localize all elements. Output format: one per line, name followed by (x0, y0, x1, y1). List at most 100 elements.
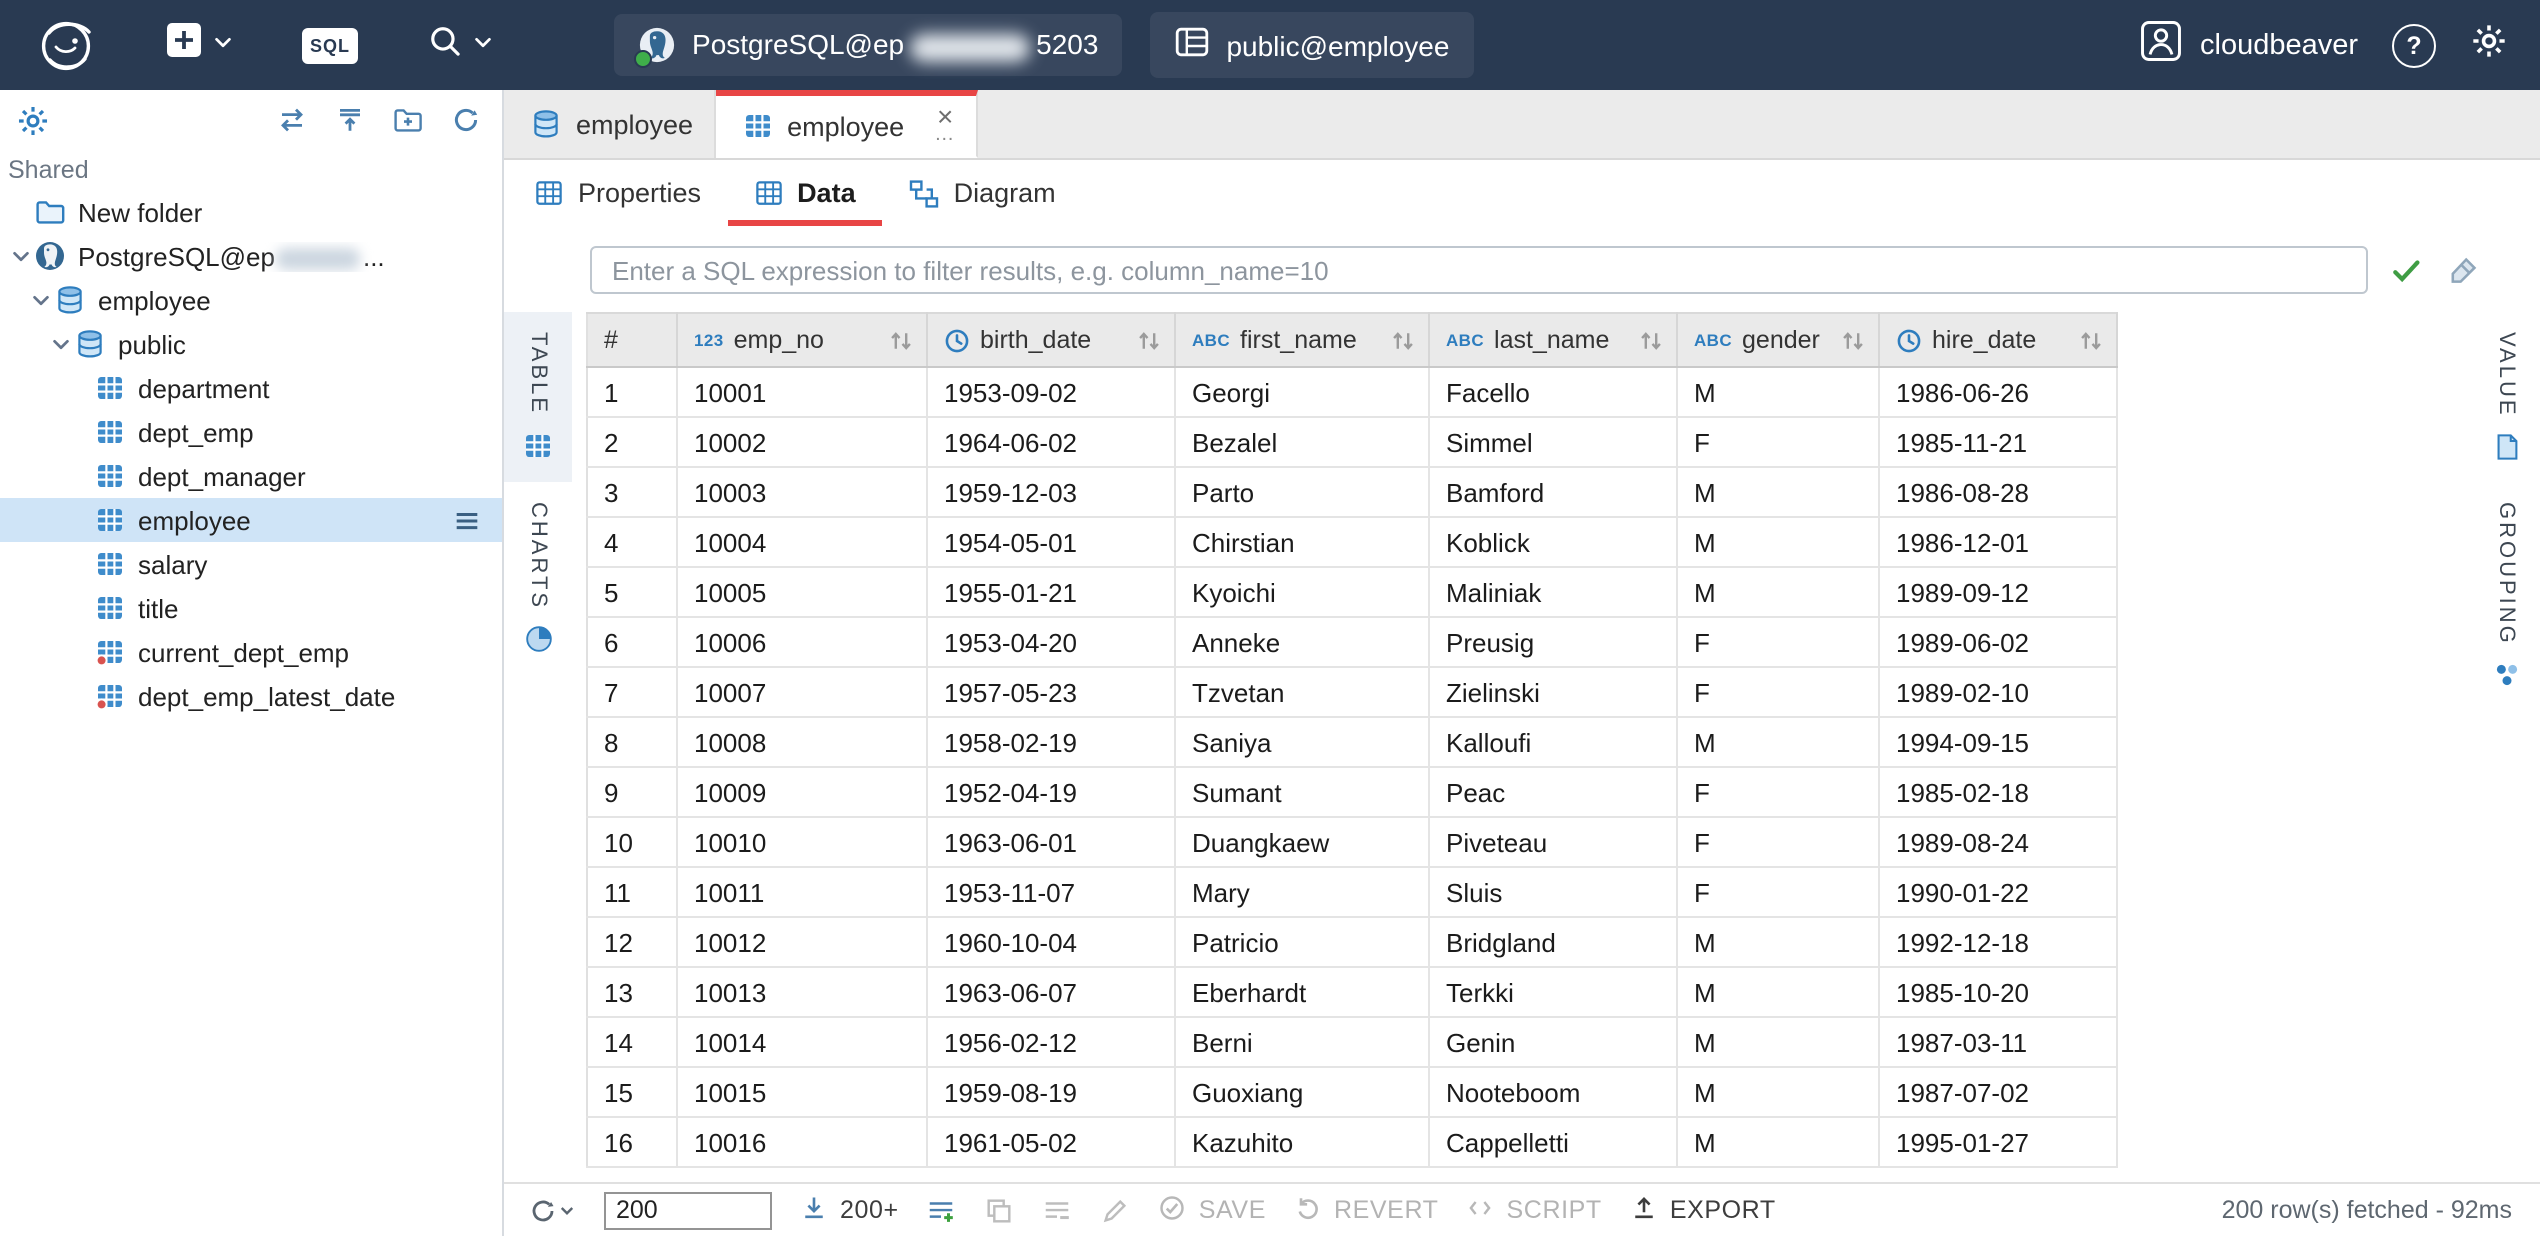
grid-cell[interactable]: Genin (1429, 1017, 1677, 1067)
edit-value-button[interactable] (1101, 1195, 1131, 1225)
add-row-button[interactable] (927, 1195, 957, 1225)
grid-cell[interactable]: 1994-09-15 (1879, 717, 2117, 767)
tree-item-employee[interactable]: employee (0, 278, 502, 322)
grid-cell[interactable]: 1989-09-12 (1879, 567, 2117, 617)
grid-cell[interactable]: 10003 (677, 467, 927, 517)
grid-cell[interactable]: 1954-05-01 (927, 517, 1175, 567)
panel-tab-charts[interactable]: CHARTS (504, 481, 572, 673)
settings-button[interactable] (2470, 21, 2508, 69)
sql-filter-input[interactable] (590, 246, 2368, 294)
grid-cell[interactable]: Sluis (1429, 867, 1677, 917)
row-number[interactable]: 14 (587, 1017, 677, 1067)
grid-cell[interactable]: Berni (1175, 1017, 1429, 1067)
subtab-data[interactable]: Data (727, 160, 882, 226)
grid-cell[interactable]: 1985-11-21 (1879, 417, 2117, 467)
row-number[interactable]: 2 (587, 417, 677, 467)
column-header-[interactable]: # (587, 313, 677, 367)
row-number[interactable]: 11 (587, 867, 677, 917)
grid-cell[interactable]: M (1677, 717, 1879, 767)
grid-cell[interactable]: 10002 (677, 417, 927, 467)
grid-cell[interactable]: 10007 (677, 667, 927, 717)
grid-cell[interactable]: 1985-02-18 (1879, 767, 2117, 817)
grid-cell[interactable]: 1992-12-18 (1879, 917, 2117, 967)
user-menu[interactable]: cloudbeaver (2140, 20, 2358, 70)
grid-cell[interactable]: Zielinski (1429, 667, 1677, 717)
column-header-hire-date[interactable]: hire_date (1879, 313, 2117, 367)
grid-cell[interactable]: F (1677, 667, 1879, 717)
grid-cell[interactable]: Simmel (1429, 417, 1677, 467)
row-number[interactable]: 13 (587, 967, 677, 1017)
row-number[interactable]: 15 (587, 1067, 677, 1117)
grid-cell[interactable]: 1963-06-07 (927, 967, 1175, 1017)
row-limit-input[interactable] (604, 1191, 772, 1229)
row-number[interactable]: 1 (587, 367, 677, 417)
tree-item-dept-emp[interactable]: dept_emp (0, 410, 502, 454)
fetch-more-button[interactable]: 200+ (800, 1193, 899, 1227)
grid-cell[interactable]: Sumant (1175, 767, 1429, 817)
sort-icon[interactable] (1840, 327, 1866, 353)
grid-cell[interactable]: M (1677, 467, 1879, 517)
row-number[interactable]: 6 (587, 617, 677, 667)
row-number[interactable]: 4 (587, 517, 677, 567)
grid-cell[interactable]: Mary (1175, 867, 1429, 917)
grid-cell[interactable]: M (1677, 967, 1879, 1017)
grid-cell[interactable]: 1959-08-19 (927, 1067, 1175, 1117)
sort-icon[interactable] (1390, 327, 1416, 353)
column-header-birth-date[interactable]: birth_date (927, 313, 1175, 367)
duplicate-row-button[interactable] (985, 1195, 1015, 1225)
grid-cell[interactable]: 1963-06-01 (927, 817, 1175, 867)
grid-cell[interactable]: 10005 (677, 567, 927, 617)
grid-cell[interactable]: Georgi (1175, 367, 1429, 417)
grid-cell[interactable]: 1987-07-02 (1879, 1067, 2117, 1117)
column-header-emp-no[interactable]: 123emp_no (677, 313, 927, 367)
grid-cell[interactable]: Tzvetan (1175, 667, 1429, 717)
grid-cell[interactable]: F (1677, 417, 1879, 467)
schema-selector[interactable]: public@employee (1150, 12, 1473, 78)
tree-item-employee[interactable]: employee (0, 498, 502, 542)
grid-cell[interactable]: Anneke (1175, 617, 1429, 667)
grid-cell[interactable]: Duangkaew (1175, 817, 1429, 867)
export-button[interactable]: EXPORT (1630, 1193, 1776, 1227)
grid-cell[interactable]: 1985-10-20 (1879, 967, 2117, 1017)
grid-cell[interactable]: Maliniak (1429, 567, 1677, 617)
column-header-last-name[interactable]: ABClast_name (1429, 313, 1677, 367)
row-menu-icon[interactable] (452, 505, 502, 535)
new-object-button[interactable] (156, 12, 242, 78)
grid-cell[interactable]: Cappelletti (1429, 1117, 1677, 1167)
cloudbeaver-logo[interactable] (32, 15, 112, 75)
subtab-properties[interactable]: Properties (508, 160, 727, 226)
grid-cell[interactable]: M (1677, 1117, 1879, 1167)
grid-cell[interactable]: 1986-08-28 (1879, 467, 2117, 517)
save-button[interactable]: SAVE (1159, 1193, 1266, 1227)
grid-cell[interactable]: 10013 (677, 967, 927, 1017)
grid-cell[interactable]: M (1677, 917, 1879, 967)
tree-item-dept-emp-latest-date[interactable]: dept_emp_latest_date (0, 674, 502, 718)
grid-cell[interactable]: M (1677, 1017, 1879, 1067)
grid-cell[interactable]: 10009 (677, 767, 927, 817)
grid-cell[interactable]: Patricio (1175, 917, 1429, 967)
panel-tab-value[interactable]: VALUE (2472, 312, 2540, 482)
apply-filter-check-icon[interactable] (2390, 253, 2424, 287)
column-header-gender[interactable]: ABCgender (1677, 313, 1879, 367)
tree-item-department[interactable]: department (0, 366, 502, 410)
grid-cell[interactable]: F (1677, 817, 1879, 867)
new-folder-icon[interactable] (392, 104, 424, 136)
grid-cell[interactable]: Kalloufi (1429, 717, 1677, 767)
panel-tab-grouping[interactable]: GROUPING (2472, 482, 2540, 710)
grid-cell[interactable]: 1957-05-23 (927, 667, 1175, 717)
tree-item-dept-manager[interactable]: dept_manager (0, 454, 502, 498)
expand-chevron-icon[interactable] (28, 289, 54, 311)
grid-cell[interactable]: 1989-08-24 (1879, 817, 2117, 867)
collapse-all-icon[interactable] (334, 104, 366, 136)
grid-cell[interactable]: 1953-11-07 (927, 867, 1175, 917)
row-number[interactable]: 7 (587, 667, 677, 717)
grid-cell[interactable]: Bezalel (1175, 417, 1429, 467)
grid-cell[interactable]: M (1677, 517, 1879, 567)
grid-cell[interactable]: F (1677, 767, 1879, 817)
grid-cell[interactable]: 1956-02-12 (927, 1017, 1175, 1067)
panel-tab-table[interactable]: TABLE (504, 312, 572, 481)
grid-cell[interactable]: 10004 (677, 517, 927, 567)
delete-row-button[interactable] (1043, 1195, 1073, 1225)
sort-icon[interactable] (1638, 327, 1664, 353)
tab-overflow-icon[interactable]: … (934, 126, 956, 144)
